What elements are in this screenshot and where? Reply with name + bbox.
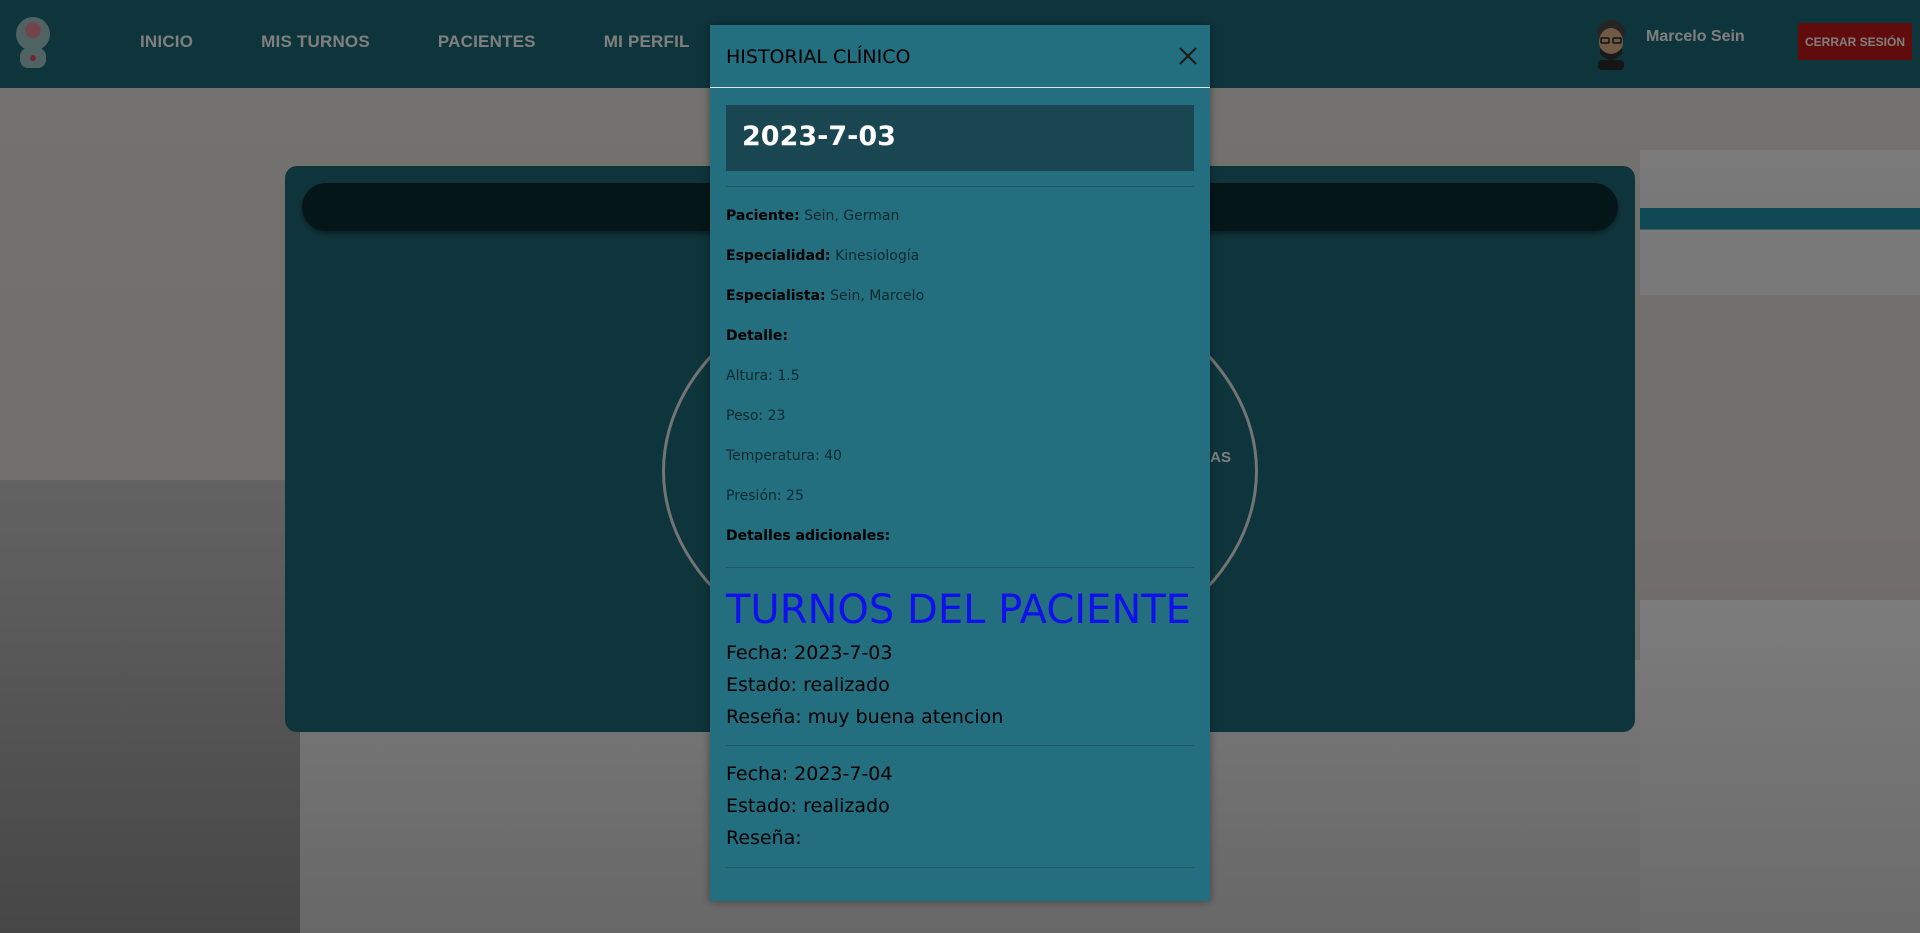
turno-1-fecha: Fecha: 2023-7-03 xyxy=(726,642,893,664)
turno-1-resena: Reseña: muy buena atencion xyxy=(726,706,1004,728)
divider xyxy=(726,567,1194,568)
turno-2-resena: Reseña: xyxy=(726,827,802,849)
modal-title: HISTORIAL CLÍNICO xyxy=(726,46,911,68)
modal-header: HISTORIAL CLÍNICO xyxy=(710,25,1210,88)
close-icon[interactable] xyxy=(1176,44,1200,68)
paciente-label: Paciente: xyxy=(726,208,800,224)
turnos-title: TURNOS DEL PACIENTE xyxy=(726,587,1191,633)
divider xyxy=(726,186,1194,187)
record-date: 2023-7-03 xyxy=(742,121,896,152)
divider xyxy=(726,745,1194,746)
detalle-altura: Altura: 1.5 xyxy=(726,368,800,384)
especialidad-label: Especialidad: xyxy=(726,248,831,264)
divider xyxy=(726,867,1194,868)
detalle-temperatura: Temperatura: 40 xyxy=(726,448,842,464)
detalle-label: Detalle: xyxy=(726,328,788,344)
detalles-adicionales-field: Detalles adicionales: xyxy=(726,528,890,544)
especialista-value: Sein, Marcelo xyxy=(830,288,925,304)
date-header: 2023-7-03 xyxy=(726,105,1194,171)
turno-2-fecha: Fecha: 2023-7-04 xyxy=(726,763,893,785)
historial-modal: HISTORIAL CLÍNICO 2023-7-03 Paciente: Se… xyxy=(710,25,1210,901)
turno-2-estado: Estado: realizado xyxy=(726,795,890,817)
especialidad-value: Kinesiología xyxy=(835,248,920,264)
especialista-field: Especialista: Sein, Marcelo xyxy=(726,288,924,304)
turno-1-estado: Estado: realizado xyxy=(726,674,890,696)
detalles-adicionales-label: Detalles adicionales: xyxy=(726,528,891,544)
paciente-field: Paciente: Sein, German xyxy=(726,208,899,224)
especialista-label: Especialista: xyxy=(726,288,826,304)
detalle-presion: Presión: 25 xyxy=(726,488,804,504)
paciente-value: Sein, German xyxy=(804,208,900,224)
detalle-peso: Peso: 23 xyxy=(726,408,786,424)
especialidad-field: Especialidad: Kinesiología xyxy=(726,248,919,264)
detalle-field: Detalle: xyxy=(726,328,788,344)
